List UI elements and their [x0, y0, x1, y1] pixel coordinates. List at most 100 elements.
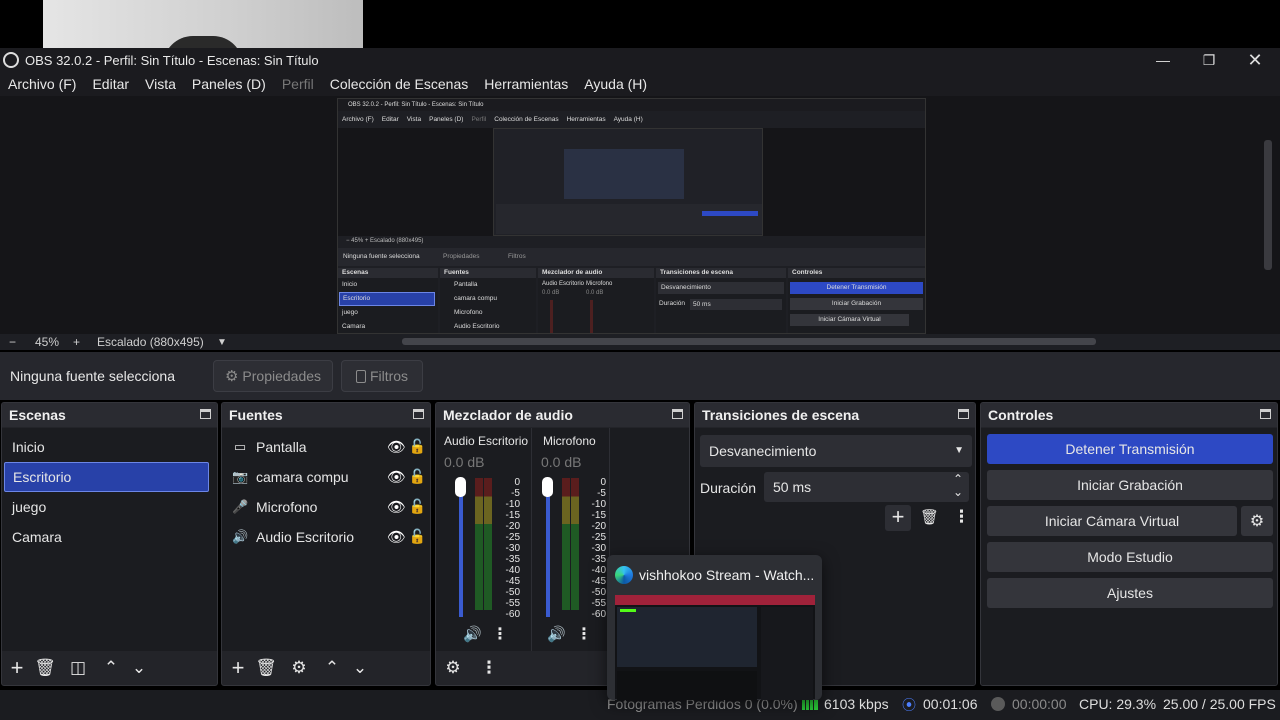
menu-herramientas[interactable]: Herramientas	[484, 76, 568, 92]
trash-icon[interactable]: 🗑	[920, 508, 939, 526]
volume-slider-handle[interactable]	[455, 477, 466, 497]
eye-icon[interactable]: 👁	[387, 438, 406, 456]
speaker-icon[interactable]: 🔊	[463, 625, 482, 643]
mini-preview	[338, 128, 925, 236]
source-toolbar: Ninguna fuente selecciona	[0, 352, 1280, 400]
menu-vista[interactable]: Vista	[145, 76, 176, 92]
volume-slider-handle[interactable]	[542, 477, 553, 497]
kebab-menu-icon[interactable]: ⋮	[492, 624, 508, 644]
lock-icon[interactable]: 🔓	[409, 468, 426, 485]
menu-perfil[interactable]: Perfil	[282, 76, 314, 92]
source-item[interactable]: 🎤 Microfono 👁 🔓	[222, 492, 430, 522]
menu-ayuda[interactable]: Ayuda (H)	[584, 76, 647, 92]
audio-meter	[475, 478, 483, 610]
speaker-icon[interactable]: 🔊	[547, 625, 566, 643]
duration-input[interactable]: 50 ms ⌃ ⌄	[764, 472, 969, 502]
mini-control-button: Iniciar Grabación	[790, 298, 923, 310]
lock-icon[interactable]: 🔓	[409, 528, 426, 545]
scene-item[interactable]: Camara	[2, 522, 217, 552]
transitions-header: Transiciones de escena	[695, 403, 975, 427]
minimize-button[interactable]: —	[1140, 48, 1186, 72]
dock-icon[interactable]	[672, 409, 683, 419]
mini-trans-select: Desvanecimiento	[658, 282, 784, 294]
zoom-out-button[interactable]: −	[9, 335, 16, 349]
eye-icon[interactable]: 👁	[387, 498, 406, 516]
menu-editar[interactable]: Editar	[92, 76, 129, 92]
mini-menu-item: Editar	[381, 116, 399, 123]
chevron-up-icon[interactable]: ⌃	[318, 654, 346, 682]
mini-control-button: Iniciar Cámara Virtual	[790, 314, 909, 326]
mini-source-label: Ninguna fuente selecciona	[343, 253, 420, 260]
source-item[interactable]: 📷 camara compu 👁 🔓	[222, 462, 430, 492]
close-button[interactable]: ✕	[1232, 48, 1278, 72]
obs-logo-icon	[3, 52, 19, 68]
maximize-button[interactable]: ❐	[1186, 48, 1232, 72]
kebab-menu-icon[interactable]: ⋮	[953, 507, 970, 527]
db-scale-tick: -15	[591, 510, 606, 521]
kebab-menu-icon[interactable]: ⋮	[576, 624, 592, 644]
chevron-down-icon[interactable]: ⌄	[953, 477, 963, 507]
mini-zoom: − 45% + Escalado (880x495)	[346, 238, 424, 244]
chevron-down-icon[interactable]: ⌄	[125, 654, 153, 682]
window-title: OBS 32.0.2 - Perfil: Sin Título - Escena…	[25, 52, 319, 68]
eye-icon[interactable]: 👁	[387, 468, 406, 486]
add-scene-icon[interactable]: +	[3, 654, 31, 682]
preview-horizontal-scrollbar[interactable]	[402, 338, 1096, 345]
transition-selected: Desvanecimiento	[709, 443, 817, 459]
preview-vertical-scrollbar[interactable]	[1264, 140, 1272, 270]
mixer-channel-name: Microfono	[543, 434, 596, 448]
properties-button[interactable]: ⚙ Propiedades	[213, 360, 333, 392]
menu-archivo[interactable]: Archivo (F)	[8, 76, 76, 92]
menu-coleccion[interactable]: Colección de Escenas	[330, 76, 469, 92]
mini-scenes-panel: Escenas Inicio Escritorio juego Camara	[338, 268, 438, 333]
source-item[interactable]: 🔊 Audio Escritorio 👁 🔓	[222, 522, 430, 552]
start-virtual-camera-button[interactable]: Iniciar Cámara Virtual	[987, 506, 1237, 536]
trash-icon[interactable]: 🗑	[31, 654, 59, 682]
volume-slider-track[interactable]	[459, 483, 463, 617]
mini-scene-item: Camara	[342, 323, 366, 330]
add-transition-icon[interactable]: +	[885, 505, 911, 531]
add-source-icon[interactable]: +	[224, 654, 252, 682]
db-scale-tick: -10	[591, 499, 606, 510]
transition-select[interactable]: Desvanecimiento ▼	[700, 435, 972, 467]
studio-mode-button[interactable]: Modo Estudio	[987, 542, 1273, 572]
cpu-usage: CPU: 29.3%	[1079, 696, 1157, 712]
lock-icon[interactable]: 🔓	[409, 498, 426, 515]
chevron-down-icon[interactable]: ⌄	[346, 654, 374, 682]
record-time: 00:00:00	[1012, 696, 1067, 712]
chevron-up-icon[interactable]: ⌃	[97, 654, 125, 682]
zoom-in-button[interactable]: +	[73, 335, 80, 349]
volume-slider-track[interactable]	[546, 483, 550, 617]
eye-icon[interactable]: 👁	[387, 528, 406, 546]
scene-item[interactable]: juego	[2, 492, 217, 522]
source-item[interactable]: ▭ Pantalla 👁 🔓	[222, 432, 430, 462]
dock-icon[interactable]	[413, 409, 424, 419]
mini-scenes-title: Escenas	[338, 268, 438, 278]
preview-canvas[interactable]: OBS 32.0.2 - Perfil: Sin Título - Escena…	[337, 98, 926, 334]
menu-paneles[interactable]: Paneles (D)	[192, 76, 266, 92]
trash-icon[interactable]: 🗑	[252, 654, 280, 682]
mini-mixer-title: Mezclador de audio	[538, 268, 654, 278]
lock-icon[interactable]: 🔓	[409, 438, 426, 455]
gear-icon[interactable]: ⚙	[439, 654, 467, 682]
zoom-bar: − 45% + Escalado (880x495) ▼	[0, 334, 1280, 350]
browser-thumbnail-popup[interactable]: vishhokoo Stream - Watch...	[607, 555, 822, 700]
stop-streaming-button[interactable]: Detener Transmisión	[987, 434, 1273, 464]
start-recording-button[interactable]: Iniciar Grabación	[987, 470, 1273, 500]
mini-mixer-panel: Mezclador de audio Audio Escritorio Micr…	[538, 268, 654, 333]
audio-meter	[571, 478, 579, 610]
scene-filters-icon[interactable]: ◫	[64, 654, 92, 682]
sources-panel: Fuentes ▭ Pantalla 👁 🔓 📷 camara compu 👁 🔓 🎤 Mic…	[221, 402, 431, 686]
virtual-camera-settings-button[interactable]: ⚙	[1241, 506, 1273, 536]
scaling-dropdown-icon[interactable]: ▼	[217, 337, 227, 348]
gear-icon[interactable]: ⚙	[285, 654, 313, 682]
dock-icon[interactable]	[958, 409, 969, 419]
dock-icon[interactable]	[1260, 409, 1271, 419]
kebab-menu-icon[interactable]: ⋮	[475, 654, 503, 682]
settings-button[interactable]: Ajustes	[987, 578, 1273, 608]
duration-value: 50 ms	[773, 479, 812, 495]
filters-button[interactable]: Filtros	[341, 360, 423, 392]
scene-item[interactable]: Escritorio	[4, 462, 209, 492]
dock-icon[interactable]	[200, 409, 211, 419]
scene-item[interactable]: Inicio	[2, 432, 217, 462]
